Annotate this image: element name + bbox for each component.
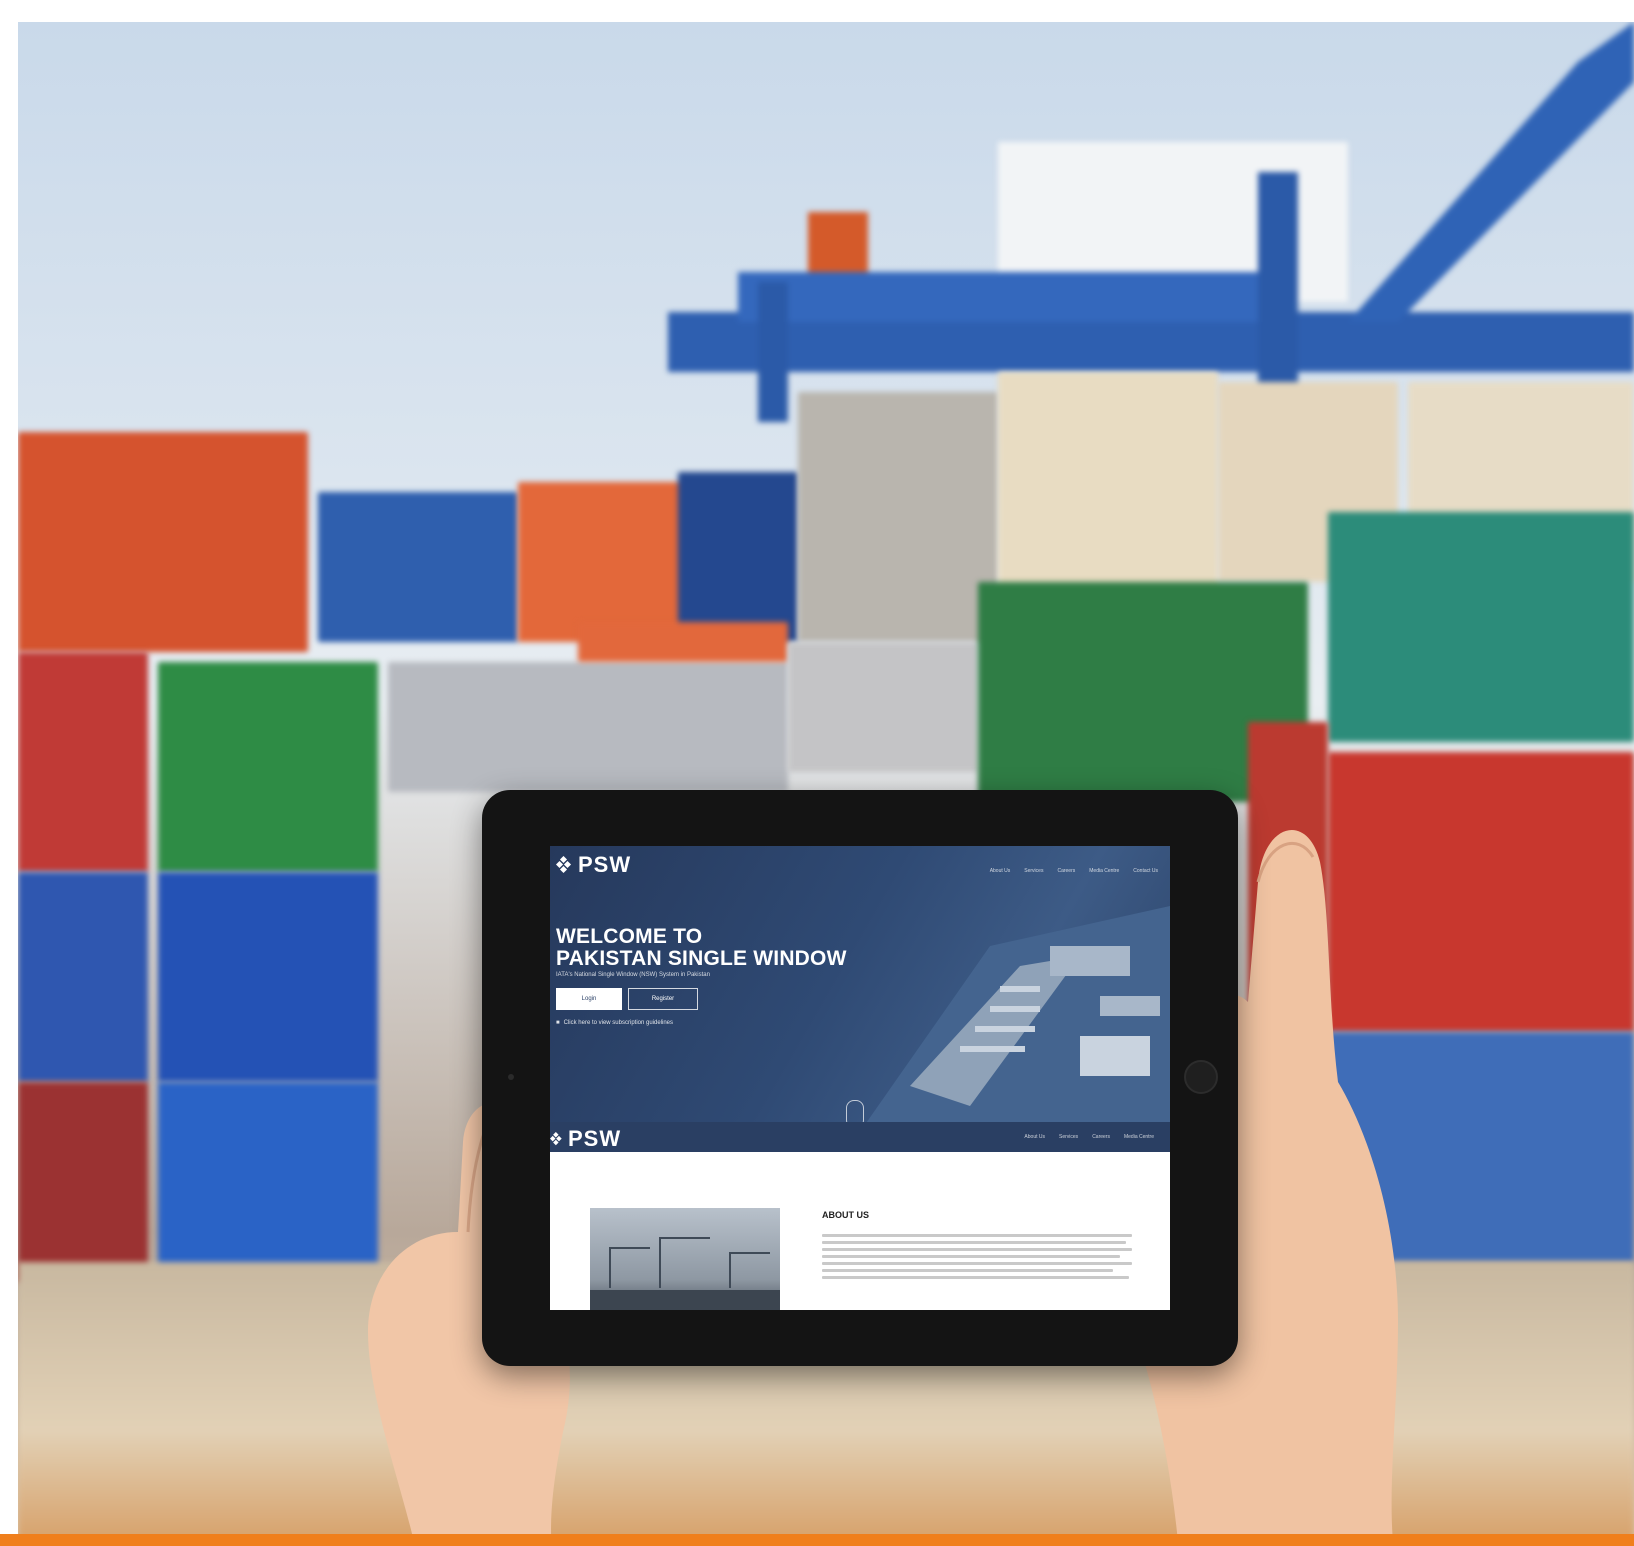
nav-item-services[interactable]: Services xyxy=(1059,1134,1078,1140)
sticky-navbar: PSW About Us Services Careers Media Cent… xyxy=(550,1122,1170,1152)
tablet-device: PSW About Us Services Careers Media Cent… xyxy=(482,790,1238,1366)
about-title: ABOUT US xyxy=(822,1210,869,1220)
nav-item-media[interactable]: Media Centre xyxy=(1124,1134,1154,1140)
about-section: ABOUT US xyxy=(550,1152,1170,1310)
psw-logo[interactable]: PSW xyxy=(556,852,631,878)
logo-text: PSW xyxy=(568,1126,622,1151)
guidelines-link[interactable]: ■ Click here to view subscription guidel… xyxy=(556,1020,673,1026)
diamond-logo-icon xyxy=(550,1132,562,1146)
register-button[interactable]: Register xyxy=(628,988,698,1010)
home-button[interactable] xyxy=(1184,1060,1218,1094)
about-port-image xyxy=(590,1208,780,1310)
nav-item-about[interactable]: About Us xyxy=(990,868,1011,874)
hero-heading: WELCOME TO PAKISTAN SINGLE WINDOW xyxy=(556,926,847,970)
about-paragraph xyxy=(822,1234,1132,1283)
document-icon: ■ xyxy=(556,1020,560,1026)
front-camera xyxy=(508,1074,514,1080)
hero-section: PSW About Us Services Careers Media Cent… xyxy=(550,846,1170,1146)
nav-item-contact[interactable]: Contact Us xyxy=(1133,868,1158,874)
top-nav: About Us Services Careers Media Centre C… xyxy=(990,868,1158,874)
psw-logo-secondary[interactable]: PSW xyxy=(550,1126,621,1152)
port-photo-background: PSW About Us Services Careers Media Cent… xyxy=(18,22,1634,1534)
logo-text: PSW xyxy=(578,852,632,877)
nav-item-careers[interactable]: Careers xyxy=(1092,1134,1110,1140)
tablet-screen: PSW About Us Services Careers Media Cent… xyxy=(550,846,1170,1310)
nav-item-about[interactable]: About Us xyxy=(1024,1134,1045,1140)
nav-item-careers[interactable]: Careers xyxy=(1057,868,1075,874)
port-aerial-image xyxy=(850,906,1170,1146)
nav-item-services[interactable]: Services xyxy=(1024,868,1043,874)
guidelines-text: Click here to view subscription guidelin… xyxy=(563,1020,674,1026)
nav-item-media[interactable]: Media Centre xyxy=(1089,868,1119,874)
footer-accent-bar xyxy=(0,1534,1634,1546)
login-button[interactable]: Login xyxy=(556,988,622,1010)
hero-heading-line1: WELCOME TO xyxy=(556,925,703,948)
hero-heading-line2: PAKISTAN SINGLE WINDOW xyxy=(556,947,847,970)
sticky-nav: About Us Services Careers Media Centre xyxy=(1024,1134,1154,1140)
diamond-logo-icon xyxy=(556,856,572,874)
hero-tagline: IATA's National Single Window (NSW) Syst… xyxy=(556,972,710,978)
